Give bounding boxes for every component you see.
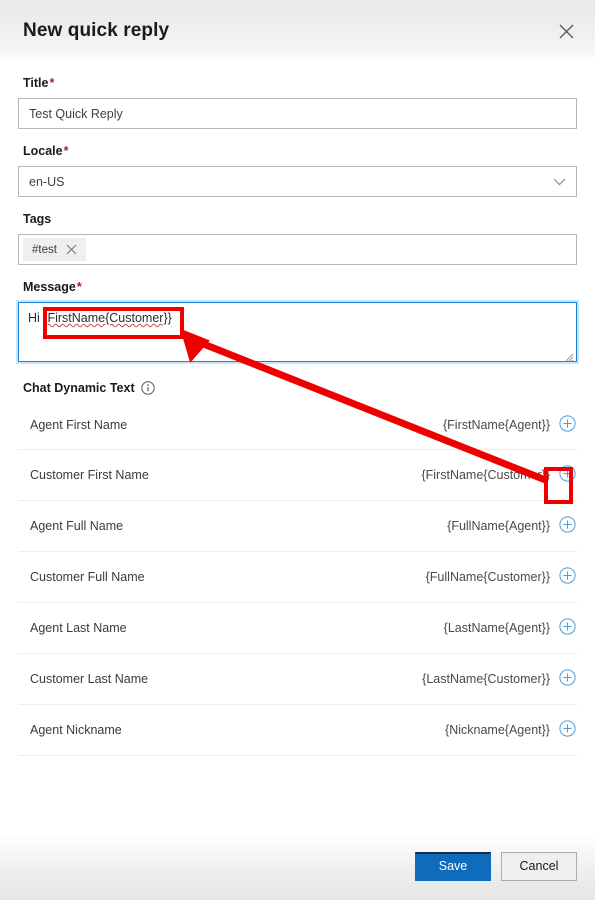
close-icon[interactable] [66, 244, 78, 256]
message-label-text: Message [23, 280, 76, 294]
dialog-body: Title* Locale* Tags #tes [0, 62, 595, 834]
locale-field-block: Locale* [18, 144, 577, 197]
close-icon [559, 24, 574, 39]
chat-dynamic-text-header: Chat Dynamic Text [23, 381, 577, 395]
add-token-button[interactable] [559, 516, 576, 536]
dialog-footer: Save Cancel [0, 834, 595, 900]
message-dynamic-token: {FirstName{Customer}} [43, 311, 172, 325]
table-row: Customer Full Name {FullName{Customer}} [18, 552, 577, 603]
message-prefix-text: Hi [28, 311, 44, 325]
table-row: Agent Full Name {FullName{Agent}} [18, 501, 577, 552]
locale-select-wrapper[interactable] [18, 166, 577, 197]
dynamic-text-name: Agent Last Name [30, 621, 127, 635]
dynamic-text-name: Customer Last Name [30, 672, 149, 686]
tags-field-block: Tags #test [18, 212, 577, 265]
title-label-text: Title [23, 76, 49, 90]
locale-select[interactable] [18, 166, 577, 197]
dynamic-text-name: Agent Nickname [30, 723, 122, 737]
plus-circle-icon [559, 414, 576, 435]
tags-field-label: Tags [23, 212, 52, 226]
add-token-button[interactable] [559, 669, 576, 689]
plus-circle-icon [559, 516, 576, 536]
dynamic-text-token: {LastName{Customer}} [422, 672, 550, 686]
new-quick-reply-dialog: New quick reply Title* Locale* [0, 0, 595, 900]
dynamic-text-token: {FirstName{Agent}} [442, 417, 550, 432]
plus-circle-icon [559, 669, 576, 689]
message-textarea[interactable]: Hi {FirstName{Customer}} [18, 302, 577, 362]
message-field-block: Message* Hi {FirstName{Customer}} [18, 280, 577, 362]
table-row: Agent Last Name {LastName{Agent}} [18, 603, 577, 654]
cancel-button[interactable]: Cancel [501, 851, 577, 881]
dialog-header: New quick reply [0, 0, 595, 62]
message-field-label: Message* [23, 280, 577, 295]
plus-circle-icon [559, 567, 576, 587]
save-button[interactable]: Save [415, 851, 491, 881]
info-icon[interactable] [140, 381, 155, 395]
chat-dynamic-text-list: Agent First Name {FirstName{Agent}} Cust… [18, 399, 577, 756]
dynamic-text-token: {FullName{Agent}} [447, 519, 550, 533]
table-row: Agent First Name {FirstName{Agent}} [18, 399, 577, 450]
add-token-button[interactable] [559, 465, 576, 485]
close-dialog-button[interactable] [549, 14, 583, 48]
add-token-button[interactable] [559, 567, 576, 587]
tag-chip-label: #test [32, 243, 57, 256]
locale-label-text: Locale [23, 144, 63, 158]
tag-chip: #test [23, 238, 86, 261]
dynamic-text-token: {FullName{Customer}} [425, 570, 550, 584]
add-token-button[interactable] [559, 720, 576, 740]
locale-required-marker: * [63, 144, 69, 158]
chat-dynamic-text-heading: Chat Dynamic Text [23, 381, 135, 395]
plus-circle-icon [559, 720, 576, 740]
tags-input[interactable]: #test [18, 234, 577, 265]
plus-circle-icon [559, 465, 576, 485]
dialog-title: New quick reply [23, 19, 170, 41]
dynamic-text-name: Agent Full Name [30, 519, 124, 533]
dynamic-text-token: {FirstName{Customer}} [421, 468, 550, 482]
dynamic-text-token: {Nickname{Agent}} [445, 723, 550, 737]
table-row: Customer First Name {FirstName{Customer}… [18, 450, 577, 501]
message-textarea-wrapper: Hi {FirstName{Customer}} [18, 302, 577, 362]
locale-field-label: Locale* [23, 144, 577, 159]
dynamic-text-name: Agent First Name [30, 417, 128, 432]
add-token-button[interactable] [559, 618, 576, 638]
title-field-block: Title* [18, 76, 577, 129]
dynamic-text-token: {LastName{Agent}} [443, 621, 550, 635]
title-required-marker: * [49, 76, 55, 90]
table-row: Customer Last Name {LastName{Customer}} [18, 654, 577, 705]
table-row: Agent Nickname {Nickname{Agent}} [18, 705, 577, 756]
title-field-label: Title* [23, 76, 577, 91]
add-token-button[interactable] [559, 414, 576, 435]
dynamic-text-name: Customer First Name [30, 468, 149, 482]
dynamic-text-name: Customer Full Name [30, 570, 145, 584]
title-input[interactable] [18, 98, 577, 129]
message-required-marker: * [76, 280, 82, 294]
plus-circle-icon [559, 618, 576, 638]
